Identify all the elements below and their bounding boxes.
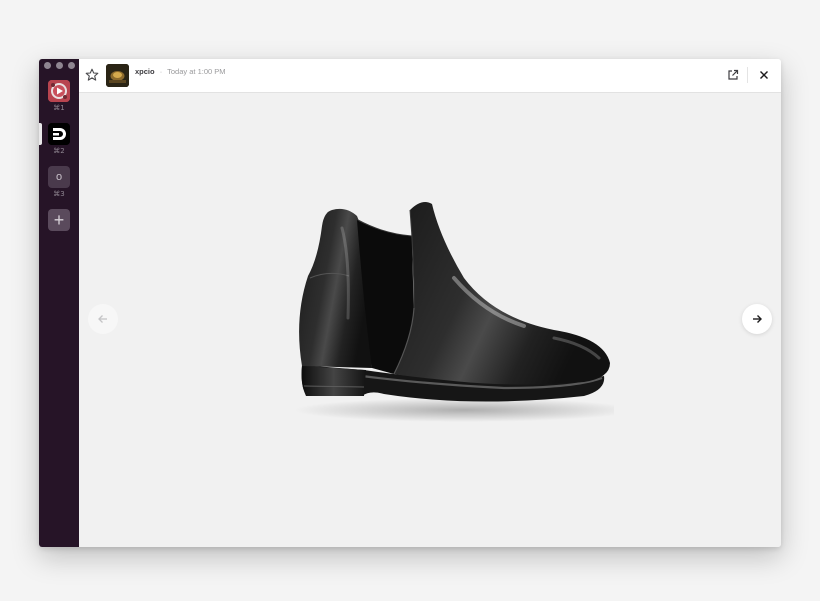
workspace-3-letter: o — [55, 171, 63, 183]
viewer-header: xpcio · Today at 1:00 PM — [79, 59, 781, 93]
workspace-2-shortcut: ⌘2 — [53, 147, 65, 155]
close-icon[interactable] — [757, 68, 771, 82]
image-stage — [79, 93, 781, 547]
previous-image-button[interactable] — [88, 304, 118, 334]
workspace-1-icon — [48, 80, 70, 102]
close-window-dot[interactable] — [44, 62, 51, 69]
open-in-browser-icon[interactable] — [726, 68, 740, 82]
arrow-left-icon — [98, 315, 107, 323]
boot-image — [294, 202, 614, 422]
workspace-3-button[interactable]: o — [48, 166, 70, 188]
active-workspace-marker — [39, 123, 42, 145]
workspace-1-shortcut: ⌘1 — [53, 104, 65, 112]
message-timestamp[interactable]: Today at 1:00 PM — [167, 67, 225, 76]
meta-separator: · — [159, 67, 163, 76]
arrow-right-icon — [753, 315, 762, 323]
workspace-2-button[interactable] — [48, 123, 70, 145]
plus-icon: + — [53, 210, 65, 230]
workspace-1-button[interactable] — [48, 80, 70, 102]
next-image-button[interactable] — [742, 304, 772, 334]
minimize-window-dot[interactable] — [56, 62, 63, 69]
workspace-2-logo-icon — [48, 123, 70, 145]
user-avatar-icon — [106, 64, 129, 87]
workspace-3-shortcut: ⌘3 — [53, 190, 65, 198]
image-viewer-window: ⌘1 ⌘2 o ⌘3 + xpcio · Today at 1:00 PM — [39, 59, 781, 547]
maximize-window-dot[interactable] — [68, 62, 75, 69]
window-controls — [44, 62, 75, 69]
header-divider — [747, 67, 748, 83]
avatar[interactable] — [106, 64, 129, 87]
add-workspace-button[interactable]: + — [48, 209, 70, 231]
author-name[interactable]: xpcio — [135, 67, 155, 76]
message-meta: xpcio · Today at 1:00 PM — [135, 67, 226, 76]
star-icon[interactable] — [85, 68, 99, 82]
workspace-sidebar: ⌘1 ⌘2 o ⌘3 + — [39, 59, 79, 547]
